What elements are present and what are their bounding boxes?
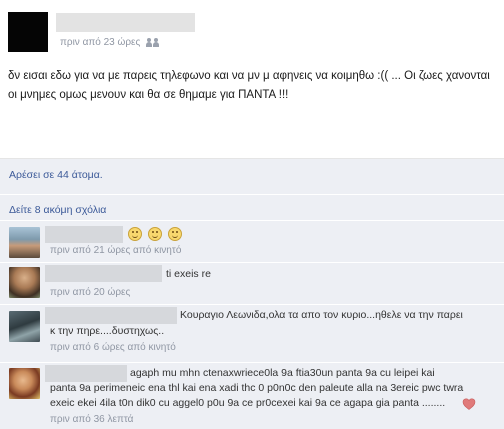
comment-meta[interactable]: πριν από 6 ώρες από κινητό bbox=[50, 342, 176, 353]
post-timestamp[interactable]: πριν από 23 ώρες bbox=[60, 37, 140, 48]
comment-item: agaph mu mhn ctenaxwriece0la 9a ftia30un… bbox=[0, 363, 504, 429]
commenter-name[interactable] bbox=[45, 265, 162, 282]
post-text: δν εισαι εδω για να με παρεις τηλεφωνο κ… bbox=[8, 70, 490, 101]
comment-text-line-3: exeic ekei 4ila t0n dik0 cu aggel0 p0u 9… bbox=[50, 397, 446, 409]
comment-text-line-2: panta 9a perimeneic ena thl kai ena xadi… bbox=[50, 382, 464, 394]
comment-text: ti exeis re bbox=[166, 268, 211, 280]
comment-item: ti exeis re πριν από 20 ώρες bbox=[0, 263, 504, 303]
divider bbox=[0, 194, 504, 195]
comment-meta[interactable]: πριν από 36 λεπτά bbox=[50, 414, 133, 425]
comment-icons bbox=[128, 227, 185, 242]
heart-icon bbox=[462, 398, 476, 410]
smiley-icon bbox=[128, 227, 142, 242]
commenter-avatar[interactable] bbox=[9, 227, 40, 258]
comment-text-line-2: κ την πηρε....δυστηχως.. bbox=[50, 325, 165, 337]
author-avatar[interactable] bbox=[8, 12, 48, 52]
comment-meta[interactable]: πριν από 21 ώρες από κινητό bbox=[50, 245, 181, 256]
commenter-avatar[interactable] bbox=[9, 311, 40, 342]
commenter-name[interactable] bbox=[45, 226, 123, 243]
comment-meta[interactable]: πριν από 20 ώρες bbox=[50, 287, 130, 298]
comment-text-line-1: Κουραγιο Λεωνιδα,ολα τα απο τον κυριο...… bbox=[180, 309, 463, 321]
post-meta: πριν από 23 ώρες bbox=[60, 37, 160, 48]
likes-count[interactable]: Αρέσει σε 44 άτομα. bbox=[9, 169, 103, 181]
people-icon bbox=[146, 38, 160, 47]
post: πριν από 23 ώρες δν εισαι εδω για να με … bbox=[0, 0, 504, 158]
feedback-area: Αρέσει σε 44 άτομα. Δείτε 8 ακόμη σχόλια… bbox=[0, 159, 504, 429]
comment-text-line-1: agaph mu mhn ctenaxwriece0la 9a ftia30un… bbox=[130, 367, 435, 379]
author-name[interactable] bbox=[56, 13, 195, 32]
smiley-icon bbox=[167, 227, 182, 242]
commenter-avatar[interactable] bbox=[9, 267, 40, 298]
smiley-icon bbox=[147, 227, 162, 242]
comment-item: πριν από 21 ώρες από κινητό bbox=[0, 221, 504, 261]
commenter-name[interactable] bbox=[45, 307, 177, 324]
comment-item: Κουραγιο Λεωνιδα,ολα τα απο τον κυριο...… bbox=[0, 305, 504, 361]
view-more-comments-link[interactable]: Δείτε 8 ακόμη σχόλια bbox=[9, 204, 106, 216]
commenter-avatar[interactable] bbox=[9, 368, 40, 399]
commenter-name[interactable] bbox=[45, 365, 127, 382]
